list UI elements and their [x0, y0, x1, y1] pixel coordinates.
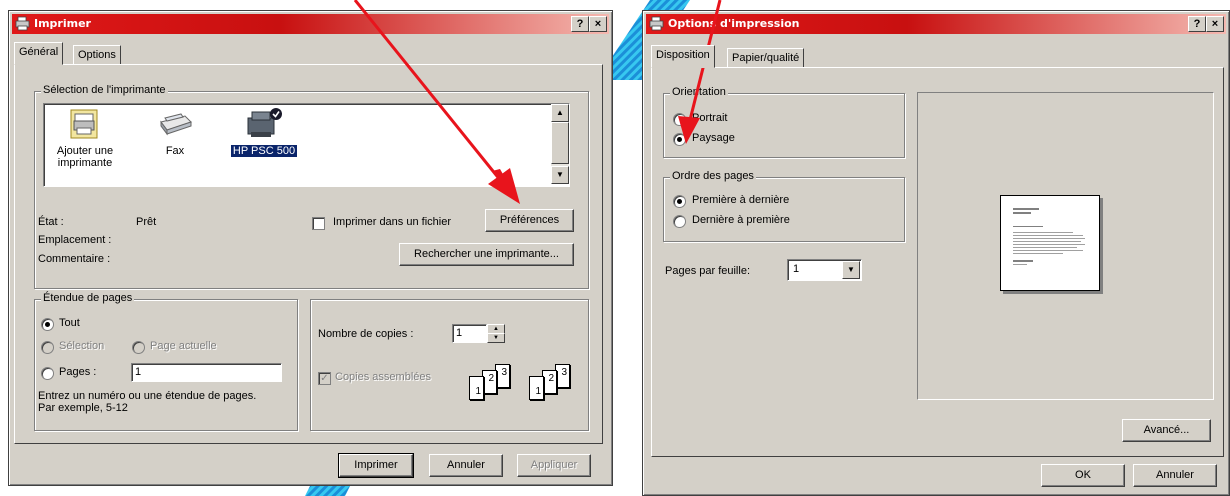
annotation-arrow-line [353, 0, 507, 187]
annotation-arrows [353, 0, 722, 204]
tab-layout[interactable]: Disposition [651, 45, 715, 68]
tab-general[interactable]: Général [14, 42, 64, 65]
annotation-arrowhead [678, 116, 700, 144]
annotation-arrowhead [488, 168, 520, 204]
